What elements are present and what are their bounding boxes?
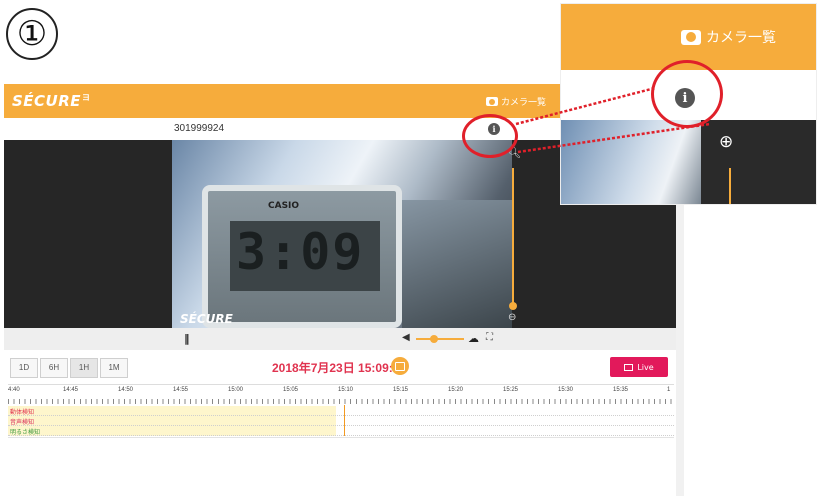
camera-list-label: カメラ一覧 [500,98,546,108]
current-datetime: 2018年7月23日 15:09:39 [272,361,407,375]
live-label: Live [637,362,654,372]
logo-superscript: ヨ [82,93,91,102]
highlight-ring-callout [651,60,723,128]
timeline-tick-label: 15:25 [503,387,519,393]
range-button-6h[interactable]: 6H [40,358,68,378]
logo-text: SÉCURE [12,92,82,110]
device-id: 301999924 [174,123,225,134]
timeline-tick-label: 15:05 [283,387,299,393]
fullscreen-icon[interactable]: ⛶ [486,332,493,343]
window-scrollbar[interactable] [676,200,684,496]
timeline-tick-label: 15:35 [613,387,629,393]
timeline-tick-label: 15:00 [228,387,244,393]
zoom-slider-track[interactable] [512,168,514,306]
video-frame: CASIO 3:09 [172,140,512,328]
camera-icon [681,29,701,45]
highlight-ring-info [462,114,518,158]
video-watermark: SÉCURE [180,312,233,326]
playback-controls: ‖ ◀ ☁ ⛶ [4,328,676,350]
timeline-tick-label: 14:50 [118,387,134,393]
track-row-motion: 動体検知 [8,406,674,416]
range-button-1m[interactable]: 1M [100,358,128,378]
clock-digits: 3:09 [236,223,365,281]
video-scene-wall [402,200,512,328]
timeline-tick-label: 1 [667,387,671,393]
track-label-brightness: 明るさ検知 [10,429,41,436]
track-row-brightness: 明るさ検知 [8,426,674,436]
range-button-1h[interactable]: 1H [70,358,98,378]
timeline-tick-label: 15:20 [448,387,464,393]
zoom-slider-handle[interactable] [509,302,517,310]
timeline-playhead[interactable] [344,405,345,436]
volume-icon[interactable]: ◀ [402,332,410,343]
callout-video: ⊕ [561,120,816,204]
live-button[interactable]: Live [610,357,668,377]
callout-zoom-track [729,168,731,204]
zoom-in-icon[interactable]: ⊕ [719,132,733,152]
track-label-motion: 動体検知 [10,409,35,416]
timeline-tick-label: 15:30 [558,387,574,393]
event-timeline[interactable]: 4:40 14:45 14:50 14:55 15:00 15:05 15:10… [8,384,674,492]
cloud-download-icon[interactable]: ☁ [468,332,479,345]
callout-camera-list-button[interactable]: カメラ一覧 [681,27,776,47]
pause-icon[interactable]: ‖ [184,332,190,345]
range-button-1d[interactable]: 1D [10,358,38,378]
time-range-bar: 1D 6H 1H 1M 2018年7月23日 15:09:39 Live [4,350,676,382]
callout-camera-list-label: カメラ一覧 [706,30,776,46]
volume-slider-track[interactable] [416,338,464,340]
callout-video-frame [561,120,701,204]
timeline-tick-label: 4:40 [8,387,20,393]
timeline-tick-label: 15:15 [393,387,409,393]
clock-brand: CASIO [268,201,300,211]
track-label-audio: 音声検知 [10,419,35,426]
zoom-out-icon[interactable]: ⊖ [508,312,516,323]
timeline-ruler [8,399,674,404]
secure-logo[interactable]: SÉCUREヨ [12,92,91,110]
step-marker: ① [6,8,58,60]
timeline-tick-label: 14:55 [173,387,189,393]
camera-icon [485,97,498,106]
live-icon [624,363,634,371]
timeline-tick-label: 14:45 [63,387,79,393]
calendar-icon[interactable] [391,357,409,375]
camera-list-button[interactable]: カメラ一覧 [485,95,546,108]
timeline-body [8,437,674,487]
volume-slider-handle[interactable] [430,335,438,343]
timeline-tick-label: 15:10 [338,387,354,393]
watermark-text: SÉCURE [180,312,233,326]
video-scene-clock: CASIO 3:09 [202,185,402,328]
track-row-audio: 音声検知 [8,416,674,426]
